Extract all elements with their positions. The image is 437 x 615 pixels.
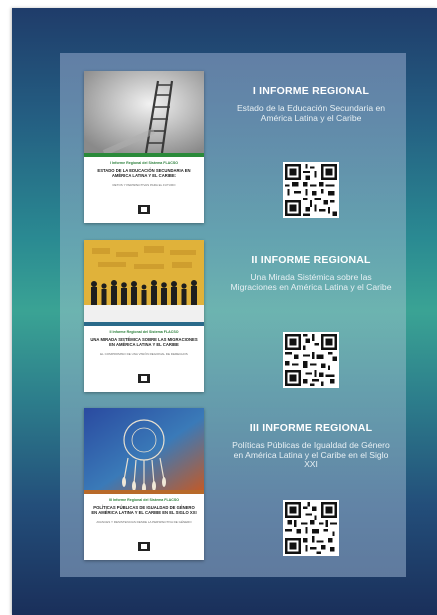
cover-band bbox=[84, 490, 204, 494]
qr-code-icon[interactable] bbox=[283, 332, 339, 388]
report-heading: II INFORME REGIONAL bbox=[251, 254, 371, 266]
cover-title: ESTADO DE LA EDUCACIÓN SECUNDARIA EN AMÉ… bbox=[97, 168, 191, 179]
cover-band bbox=[84, 322, 204, 326]
report-card-2: II Informe Regional del Sistema FLACSO U… bbox=[60, 240, 406, 400]
report-card-3: III Informe Regional del Sistema FLACSO … bbox=[60, 408, 406, 568]
flacso-logo-icon bbox=[138, 205, 150, 214]
report-description: Estado de la Educación Secundaria en Amé… bbox=[236, 103, 386, 123]
qr-code-icon[interactable] bbox=[283, 500, 339, 556]
report-card-1: I Informe Regional del Sistema FLACSO ES… bbox=[60, 71, 406, 231]
cover-kicker: I Informe Regional del Sistema FLACSO bbox=[109, 161, 179, 165]
cover-subtitle: RETOS Y PERSPECTIVAS PARA EL FUTURO bbox=[112, 183, 176, 187]
qr-code-icon[interactable] bbox=[283, 162, 339, 218]
migrants-icon bbox=[84, 240, 204, 322]
report-heading: I INFORME REGIONAL bbox=[252, 85, 370, 97]
dreamcatcher-icon bbox=[84, 408, 204, 490]
report-description: Políticas Públicas de Igualdad de Género… bbox=[232, 440, 390, 470]
report-cover-1[interactable]: I Informe Regional del Sistema FLACSO ES… bbox=[84, 71, 204, 223]
cover-kicker: III Informe Regional del Sistema FLACSO bbox=[108, 498, 180, 502]
flacso-logo-icon bbox=[138, 542, 150, 551]
poster: I Informe Regional del Sistema FLACSO ES… bbox=[12, 8, 437, 615]
report-cover-3[interactable]: III Informe Regional del Sistema FLACSO … bbox=[84, 408, 204, 560]
report-info-2: II INFORME REGIONAL Una Mirada Sistémica… bbox=[228, 254, 394, 292]
cover-subtitle: AVANCES Y RESISTENCIAS DESDE LA PERSPECT… bbox=[96, 520, 192, 524]
ladder-icon bbox=[84, 71, 204, 153]
cover-kicker: II Informe Regional del Sistema FLACSO bbox=[109, 330, 179, 334]
report-description: Una Mirada Sistémica sobre las Migracion… bbox=[230, 272, 392, 292]
reports-panel: I Informe Regional del Sistema FLACSO ES… bbox=[60, 53, 406, 577]
report-info-3: III INFORME REGIONAL Políticas Públicas … bbox=[228, 422, 394, 470]
report-info-1: I INFORME REGIONAL Estado de la Educació… bbox=[228, 85, 394, 123]
cover-band bbox=[84, 153, 204, 157]
report-cover-2[interactable]: II Informe Regional del Sistema FLACSO U… bbox=[84, 240, 204, 392]
report-heading: III INFORME REGIONAL bbox=[249, 422, 373, 434]
cover-title: UNA MIRADA SISTÉMICA SOBRE LAS MIGRACION… bbox=[90, 337, 198, 348]
flacso-logo-icon bbox=[138, 374, 150, 383]
cover-subtitle: EL COMPROMISO DE UNA VISIÓN REGIONAL DE … bbox=[100, 352, 188, 356]
cover-title: POLÍTICAS PÚBLICAS DE IGUALDAD DE GÉNERO… bbox=[91, 505, 197, 516]
